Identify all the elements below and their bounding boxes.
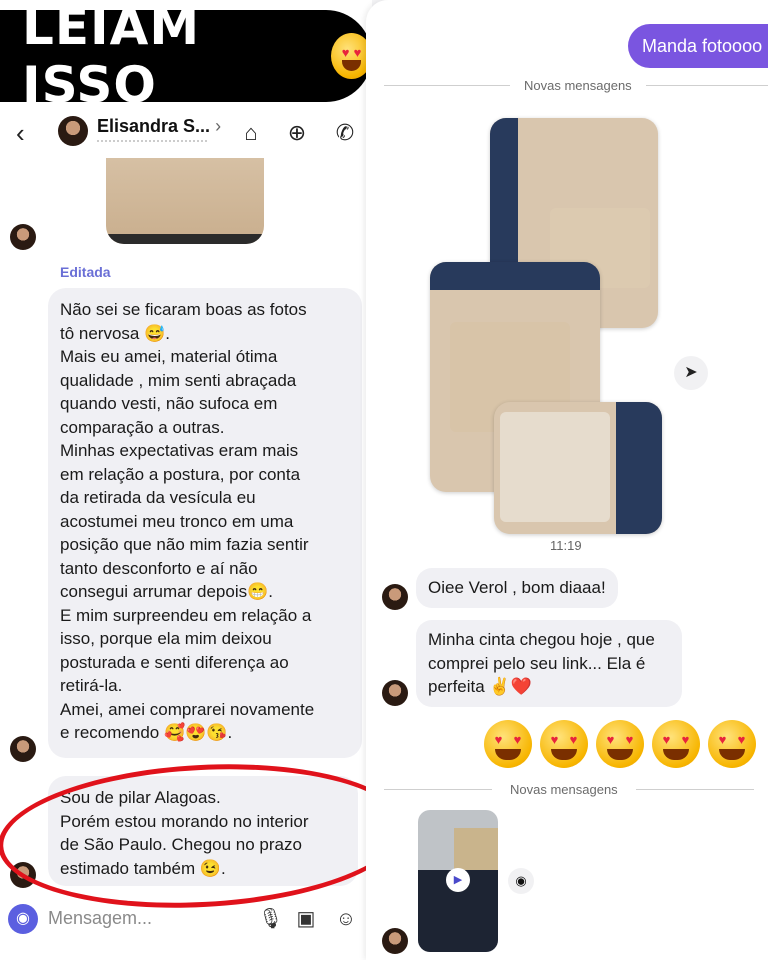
- message-line: Mais eu amei, material ótima: [60, 347, 278, 366]
- screenshot-collage: LEIAM ISSO ♥ ♥ ‹ Elisandra S... › ⌂ ⊕ ✆ E…: [0, 0, 768, 960]
- new-messages-separator: Novas mensagens: [384, 782, 754, 797]
- message-line: consegui arrumar depois😁.: [60, 582, 273, 601]
- message-line: em relação a postura, por conta: [60, 464, 301, 484]
- banner-title: LEIAM ISSO: [22, 0, 201, 114]
- camera-icon[interactable]: ◉: [8, 904, 38, 934]
- timestamp: 11:19: [550, 538, 582, 553]
- title-banner: LEIAM ISSO ♥ ♥: [0, 0, 372, 114]
- contact-name[interactable]: Elisandra S... ›: [97, 116, 221, 137]
- message-line: acostumei meu tronco em uma: [60, 511, 294, 531]
- tag-icon[interactable]: ⌂: [238, 120, 264, 146]
- avatar: [382, 928, 408, 954]
- message-line: quando vesti, não sufoca em: [60, 394, 278, 413]
- avatar: [10, 224, 36, 250]
- video-message[interactable]: ▶: [418, 810, 498, 952]
- play-icon[interactable]: ▶: [446, 868, 470, 892]
- heart-eyes-emoji-icon: ♥ ♥: [540, 720, 588, 768]
- message-line: retirá-la.: [60, 676, 123, 695]
- heart-eyes-emoji-icon: ♥ ♥: [484, 720, 532, 768]
- message-line: qualidade , mim senti abraçada: [60, 370, 297, 390]
- message-line: E mim surpreendeu em relação a: [60, 605, 312, 625]
- message-line: isso, porque ela mim deixou: [60, 629, 272, 648]
- share-icon[interactable]: ➤: [674, 356, 708, 390]
- camera-icon[interactable]: ◉: [508, 868, 534, 894]
- right-chat-panel: Manda fotoooo Novas mensagens ➤ 11:19 Oi…: [366, 0, 768, 960]
- microphone-icon[interactable]: 🎙: [258, 906, 283, 932]
- message-line: Minha cinta chegou hoje , que: [428, 630, 655, 649]
- greeting-message-bubble[interactable]: Oiee Verol , bom diaaa!: [416, 568, 618, 608]
- message-line: Minhas expectativas eram mais: [60, 441, 299, 460]
- message-line: comparação a outras.: [60, 417, 225, 437]
- message-line: posição que não mim fazia sentir: [60, 535, 309, 554]
- shared-photo[interactable]: [494, 402, 662, 534]
- heart-eyes-emoji-icon: ♥ ♥: [652, 720, 700, 768]
- avatar[interactable]: [58, 116, 88, 146]
- review-message-bubble[interactable]: Não sei se ficaram boas as fotos tô nerv…: [48, 288, 362, 758]
- separator-label: Novas mensagens: [510, 782, 618, 797]
- message-line: da retirada da vesícula eu: [60, 488, 256, 507]
- back-arrow-icon[interactable]: ‹: [16, 118, 42, 148]
- avatar: [382, 680, 408, 706]
- message-line: e recomendo 🥰😍😘.: [60, 723, 233, 742]
- chevron-right-icon: ›: [215, 116, 222, 136]
- message-line: Não sei se ficaram boas as fotos: [60, 300, 307, 319]
- message-line: Amei, amei comprarei novamente: [60, 699, 315, 719]
- heart-eyes-emoji-icon: ♥ ♥: [708, 720, 756, 768]
- sent-message-bubble[interactable]: Manda fotoooo: [628, 24, 768, 68]
- edited-label: Editada: [60, 264, 111, 280]
- shared-photo-fragment[interactable]: [106, 158, 264, 244]
- video-call-icon[interactable]: ⊕: [284, 120, 310, 146]
- message-text: Oiee Verol , bom diaaa!: [428, 578, 606, 597]
- phone-icon[interactable]: ✆: [332, 120, 358, 146]
- avatar: [10, 736, 36, 762]
- message-line: posturada e senti diferença ao: [60, 652, 289, 672]
- message-input[interactable]: Mensagem...: [48, 908, 152, 929]
- cinta-message-bubble[interactable]: Minha cinta chegou hoje , que comprei pe…: [416, 620, 682, 707]
- message-line: perfeita ✌️❤️: [428, 677, 532, 696]
- contact-subtitle: [97, 140, 207, 144]
- message-line: tanto desconforto e aí não: [60, 558, 258, 578]
- emoji-reaction-row: ♥ ♥ ♥ ♥ ♥ ♥ ♥ ♥ ♥ ♥: [484, 720, 756, 768]
- sticker-icon[interactable]: ☺: [334, 906, 358, 932]
- gallery-icon[interactable]: ▣: [294, 906, 318, 932]
- new-messages-separator: Novas mensagens: [384, 78, 768, 93]
- message-line: comprei pelo seu link... Ela é: [428, 653, 646, 673]
- chat-header: ‹ Elisandra S... › ⌂ ⊕ ✆: [0, 110, 372, 156]
- heart-eyes-emoji-icon: ♥ ♥: [596, 720, 644, 768]
- avatar: [382, 584, 408, 610]
- separator-label: Novas mensagens: [524, 78, 632, 93]
- message-line: tô nervosa 😅.: [60, 323, 170, 343]
